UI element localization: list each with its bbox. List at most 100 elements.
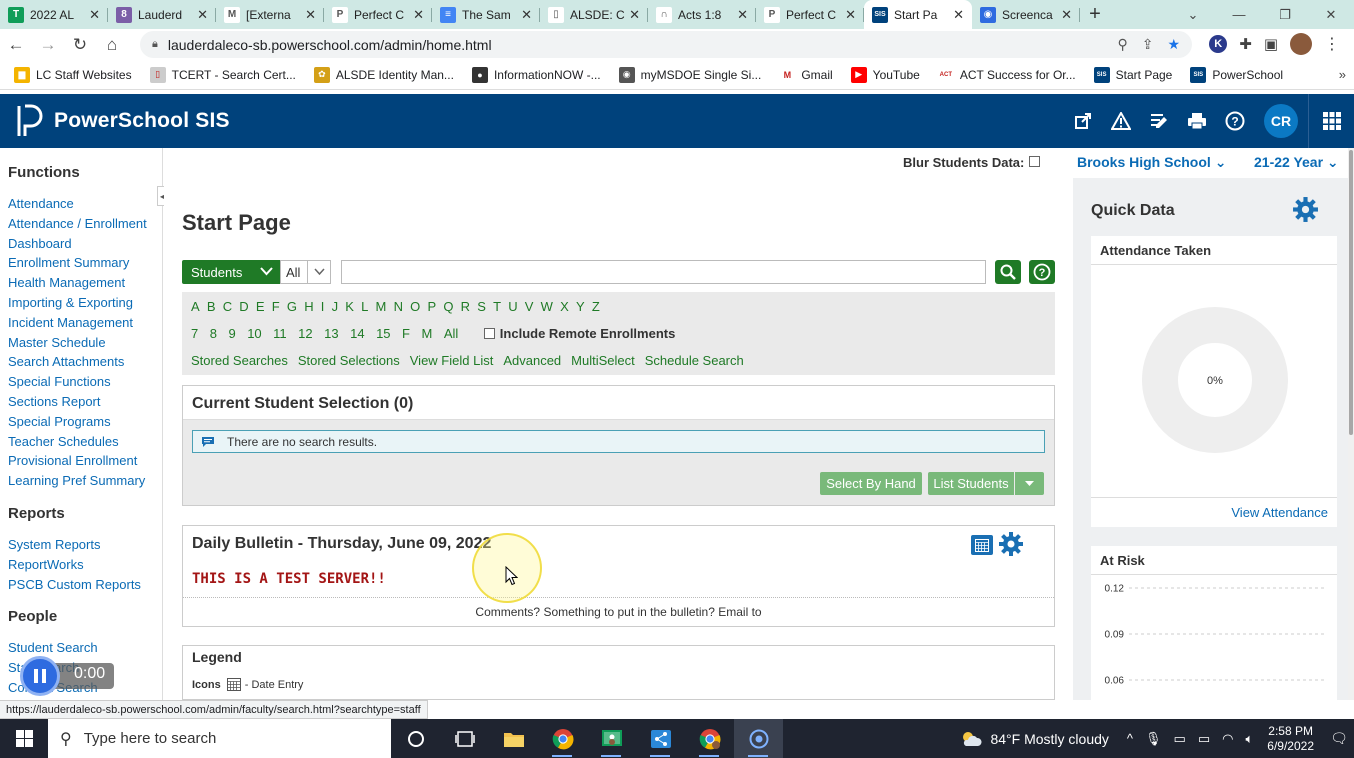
chrome-profile-icon[interactable] bbox=[685, 719, 734, 758]
grade-filter-7[interactable]: 7 bbox=[191, 326, 198, 341]
meet-now-icon[interactable]: ▭ bbox=[1174, 731, 1186, 747]
nav-link-provisional-enrollment[interactable]: Provisional Enrollment bbox=[8, 451, 162, 471]
lock-icon[interactable]: 🔒︎ bbox=[152, 38, 158, 51]
letter-filter-o[interactable]: O bbox=[410, 299, 420, 314]
bookmark-item[interactable]: SIS Start Page bbox=[1093, 66, 1172, 83]
letter-filter-f[interactable]: F bbox=[272, 299, 280, 314]
battery-icon[interactable]: ▭ bbox=[1198, 731, 1210, 747]
grade-filter-12[interactable]: 12 bbox=[298, 326, 312, 341]
help-icon[interactable]: ? bbox=[1216, 94, 1254, 148]
browser-tab[interactable]: 8 Lauderd ✕ bbox=[108, 0, 216, 29]
notifications-icon[interactable]: 🗨︎ bbox=[1324, 730, 1354, 747]
letter-filter-w[interactable]: W bbox=[541, 299, 553, 314]
share-icon[interactable]: ⇪ bbox=[1142, 36, 1154, 53]
back-button[interactable]: ← bbox=[0, 29, 32, 60]
letter-filter-r[interactable]: R bbox=[461, 299, 470, 314]
task-view-icon[interactable] bbox=[440, 719, 489, 758]
tab-search-icon[interactable]: ⌄ bbox=[1170, 0, 1216, 29]
blur-students-checkbox[interactable] bbox=[1029, 156, 1040, 167]
minimize-button[interactable]: — bbox=[1216, 0, 1262, 29]
search-link-advanced[interactable]: Advanced bbox=[503, 353, 561, 368]
nav-link-pscb-custom-reports[interactable]: PSCB Custom Reports bbox=[8, 575, 162, 595]
nav-link-incident-management[interactable]: Incident Management bbox=[8, 313, 162, 333]
browser-tab[interactable]: ▯ ALSDE: C ✕ bbox=[540, 0, 648, 29]
tab-close-icon[interactable]: ✕ bbox=[1061, 7, 1072, 23]
tab-close-icon[interactable]: ✕ bbox=[521, 7, 532, 23]
select-by-hand-button[interactable]: Select By Hand bbox=[820, 472, 922, 495]
browser-tab[interactable]: ∩ Acts 1:8 ✕ bbox=[648, 0, 756, 29]
edit-list-icon[interactable] bbox=[1140, 94, 1178, 148]
grade-filter-m[interactable]: M bbox=[422, 326, 433, 341]
nav-link-special-functions[interactable]: Special Functions bbox=[8, 372, 162, 392]
letter-filter-i[interactable]: I bbox=[321, 299, 325, 314]
user-avatar[interactable]: CR bbox=[1264, 104, 1298, 138]
nav-link-special-programs[interactable]: Special Programs bbox=[8, 412, 162, 432]
grade-filter-8[interactable]: 8 bbox=[210, 326, 217, 341]
bookmark-item[interactable]: ▆ LC Staff Websites bbox=[14, 66, 132, 83]
wifi-icon[interactable]: ◠ bbox=[1222, 731, 1233, 747]
search-link-schedule-search[interactable]: Schedule Search bbox=[645, 353, 744, 368]
url-text[interactable]: lauderdaleco-sb.powerschool.com/admin/ho… bbox=[168, 37, 1118, 53]
bookmark-item[interactable]: ◉ myMSDOE Single Si... bbox=[618, 66, 761, 83]
tab-close-icon[interactable]: ✕ bbox=[413, 7, 424, 23]
quick-data-settings-gear-icon[interactable] bbox=[1292, 196, 1319, 223]
list-students-menu-button[interactable] bbox=[1015, 472, 1044, 495]
nav-link-importing-exporting[interactable]: Importing & Exporting bbox=[8, 293, 162, 313]
letter-filter-x[interactable]: X bbox=[560, 299, 569, 314]
letter-filter-q[interactable]: Q bbox=[443, 299, 453, 314]
volume-icon[interactable]: 🔈︎ bbox=[1245, 731, 1253, 747]
grade-filter-13[interactable]: 13 bbox=[324, 326, 338, 341]
bookmark-item[interactable]: ▯ TCERT - Search Cert... bbox=[149, 66, 296, 83]
browser-menu-icon[interactable]: ⋮ bbox=[1324, 34, 1340, 54]
nav-link-attendance-enrollment[interactable]: Attendance / Enrollment bbox=[8, 214, 162, 234]
forward-button[interactable]: → bbox=[32, 29, 64, 60]
tab-close-icon[interactable]: ✕ bbox=[737, 7, 748, 23]
letter-filter-y[interactable]: Y bbox=[576, 299, 585, 314]
letter-filter-l[interactable]: L bbox=[361, 299, 368, 314]
extension-k-icon[interactable]: K bbox=[1209, 35, 1228, 53]
school-selector[interactable]: Brooks High School ⌄ bbox=[1077, 154, 1226, 171]
grade-filter-10[interactable]: 10 bbox=[247, 326, 261, 341]
bookmark-item[interactable]: M Gmail bbox=[779, 66, 833, 83]
omnibox[interactable]: 🔒︎ lauderdaleco-sb.powerschool.com/admin… bbox=[140, 31, 1192, 58]
network-share-icon[interactable] bbox=[636, 719, 685, 758]
letter-filter-g[interactable]: G bbox=[287, 299, 297, 314]
restore-button[interactable]: ❐ bbox=[1262, 0, 1308, 29]
letter-filter-z[interactable]: Z bbox=[592, 299, 600, 314]
nav-link-attendance[interactable]: Attendance bbox=[8, 194, 162, 214]
print-icon[interactable] bbox=[1178, 94, 1216, 148]
letter-filter-j[interactable]: J bbox=[332, 299, 339, 314]
extensions-puzzle-icon[interactable]: ✚ bbox=[1239, 35, 1252, 53]
search-link-stored-searches[interactable]: Stored Searches bbox=[191, 353, 288, 368]
apps-grid-icon[interactable] bbox=[1308, 94, 1354, 148]
recorder-pause-button[interactable] bbox=[20, 656, 60, 696]
term-selector[interactable]: 21-22 Year ⌄ bbox=[1254, 154, 1339, 171]
letter-filter-p[interactable]: P bbox=[427, 299, 436, 314]
search-link-multiselect[interactable]: MultiSelect bbox=[571, 353, 635, 368]
letter-filter-m[interactable]: M bbox=[376, 299, 387, 314]
browser-tab[interactable]: ◉ Screenca ✕ bbox=[972, 0, 1080, 29]
nav-link-master-schedule[interactable]: Master Schedule bbox=[8, 333, 162, 353]
nav-link-sections-report[interactable]: Sections Report bbox=[8, 392, 162, 412]
browser-tab[interactable]: T 2022 AL ✕ bbox=[0, 0, 108, 29]
nav-link-learning-pref-summary[interactable]: Learning Pref Summary bbox=[8, 471, 162, 491]
bookmark-item[interactable]: ACT ACT Success for Or... bbox=[937, 66, 1076, 83]
reload-button[interactable]: ↻ bbox=[64, 29, 96, 60]
browser-tab[interactable]: M [Externa ✕ bbox=[216, 0, 324, 29]
browser-tab[interactable]: SIS Start Pa ✕ bbox=[864, 0, 972, 29]
student-search-input[interactable] bbox=[341, 260, 986, 284]
start-button[interactable] bbox=[0, 719, 48, 758]
nav-link-search-attachments[interactable]: Search Attachments bbox=[8, 352, 162, 372]
grade-filter-all[interactable]: All bbox=[444, 326, 458, 341]
search-type-dropdown[interactable]: Students bbox=[182, 260, 280, 284]
nav-link-teacher-schedules[interactable]: Teacher Schedules bbox=[8, 432, 162, 452]
bookmark-item[interactable]: SIS PowerSchool bbox=[1190, 66, 1283, 83]
grade-filter-9[interactable]: 9 bbox=[228, 326, 235, 341]
profile-avatar[interactable] bbox=[1290, 33, 1312, 55]
bookmark-item[interactable]: ● InformationNOW -... bbox=[471, 66, 601, 83]
browser-tab[interactable]: P Perfect C ✕ bbox=[324, 0, 432, 29]
grade-filter-15[interactable]: 15 bbox=[376, 326, 390, 341]
chrome-icon[interactable] bbox=[538, 719, 587, 758]
view-attendance-link[interactable]: View Attendance bbox=[1231, 505, 1328, 520]
letter-filter-e[interactable]: E bbox=[256, 299, 265, 314]
